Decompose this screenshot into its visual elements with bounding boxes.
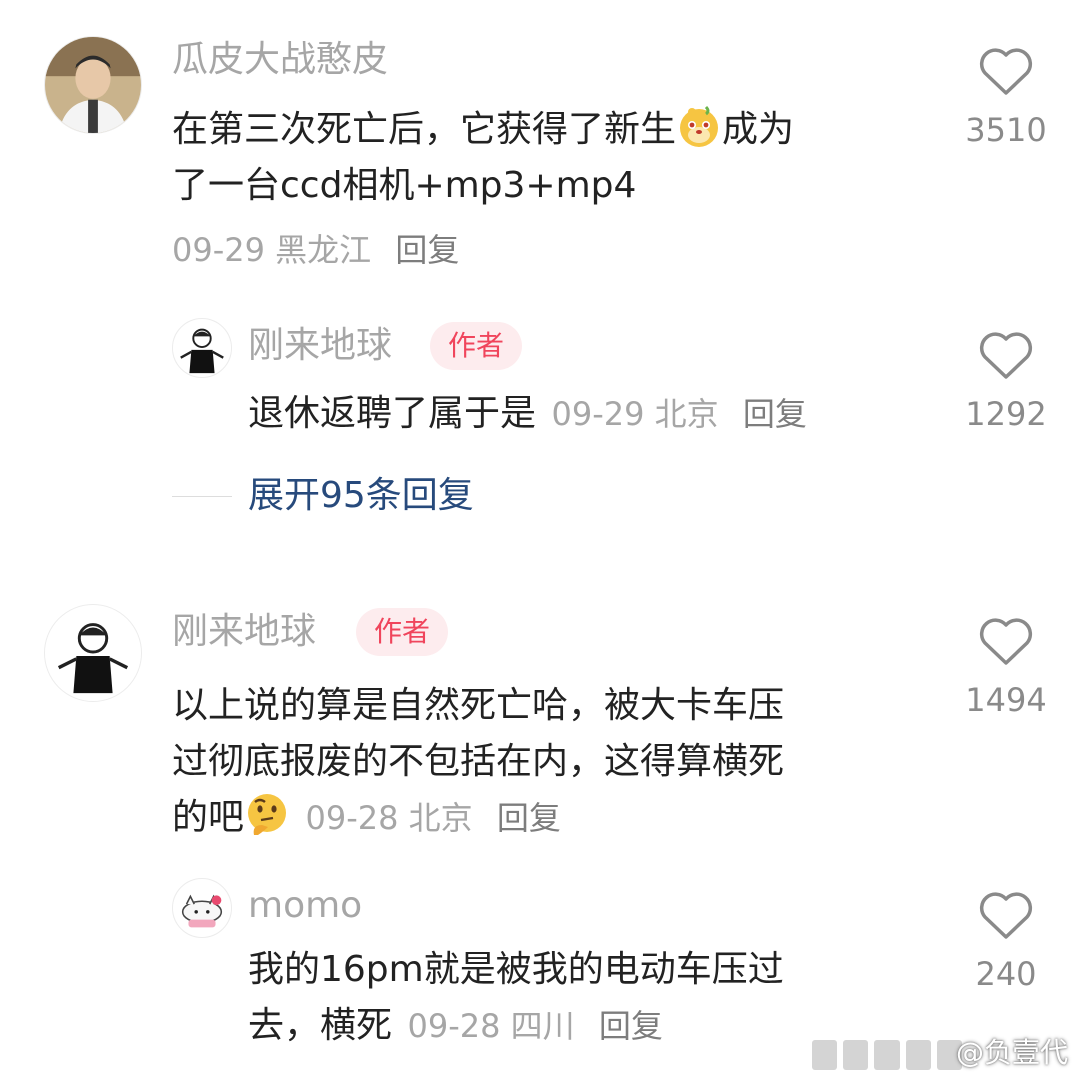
comment-text-line: 在第三次死亡后，它获得了新生 (172, 109, 677, 150)
comment-text: 以上说的算是自然死亡哈，被大卡车压 过彻底报废的不包括在内，这得算横死 的吧 0… (172, 678, 784, 846)
watermark: @负壹代 (955, 1036, 1068, 1069)
reply-meta: 09-29 北京 回复 (551, 395, 806, 433)
author-badge: 作者 (430, 322, 523, 370)
avatar[interactable] (44, 604, 142, 702)
username[interactable]: 瓜皮大战憨皮 (172, 38, 388, 82)
reply-location: 四川 (510, 1007, 575, 1045)
user-photo-avatar (45, 37, 141, 133)
like-count: 1292 (965, 395, 1047, 433)
username[interactable]: momo (248, 884, 362, 928)
avatar[interactable] (44, 36, 142, 134)
reply-meta: 09-28 四川 回复 (407, 1007, 662, 1045)
avatar[interactable] (172, 878, 232, 938)
divider (172, 496, 232, 497)
heart-icon (979, 892, 1033, 939)
like-count: 240 (975, 955, 1037, 993)
comment-text-line: 成为 (722, 109, 795, 150)
reply-button[interactable]: 回复 (395, 231, 459, 269)
like-button[interactable]: 240 (951, 890, 1061, 992)
username[interactable]: 刚来地球 (172, 610, 316, 654)
like-count: 3510 (965, 111, 1047, 149)
reply-button[interactable]: 回复 (599, 1007, 663, 1045)
reply-text-line: 去，横死 (248, 1005, 393, 1046)
heart-icon (979, 332, 1033, 379)
comment-text-line: 的吧 (172, 797, 245, 838)
avatar[interactable] (172, 318, 232, 378)
heart-icon (979, 48, 1033, 95)
reply-location: 北京 (654, 395, 719, 433)
thinking-face-emoji (248, 794, 287, 835)
heart-icon (979, 618, 1033, 665)
like-button[interactable]: 1292 (951, 330, 1061, 432)
reply-text: 我的16pm就是被我的电动车压过 去，横死 09-28 四川 回复 (248, 942, 784, 1054)
comment-location: 北京 (408, 799, 473, 837)
username[interactable]: 刚来地球 (248, 324, 392, 368)
comment-date: 09-29 (172, 231, 265, 269)
like-count: 1494 (965, 681, 1047, 719)
comment-text-line: 了一台ccd相机+mp3+mp4 (172, 165, 637, 206)
reply-date: 09-28 (407, 1007, 501, 1045)
hello-kitty-avatar (173, 879, 231, 937)
comment-text-line: 以上说的算是自然死亡哈，被大卡车压 (172, 685, 785, 726)
cartoon-person-avatar (173, 319, 231, 377)
like-button[interactable]: 3510 (951, 46, 1061, 148)
reply-button[interactable]: 回复 (497, 799, 561, 837)
comment-text: 在第三次死亡后，它获得了新生 成为 了一台ccd相机+mp3+mp4 (172, 102, 794, 214)
reply-text: 退休返聘了属于是 09-29 北京 回复 (248, 386, 807, 442)
comment-date: 09-28 (305, 799, 399, 837)
watermark-graphic (812, 1040, 963, 1070)
reply-text-line: 退休返聘了属于是 (248, 393, 537, 434)
comment-meta: 09-29 黑龙江 回复 (172, 230, 459, 270)
reply-text-line: 我的16pm就是被我的电动车压过 (248, 949, 784, 990)
expand-replies-link[interactable]: 展开95条回复 (248, 474, 474, 518)
reply-date: 09-29 (551, 395, 645, 433)
cartoon-person-avatar (45, 605, 141, 701)
comment-text-line: 过彻底报废的不包括在内，这得算横死 (172, 741, 785, 782)
author-badge: 作者 (356, 608, 449, 656)
comment-location: 黑龙江 (275, 231, 372, 269)
comment-list: 瓜皮大战憨皮 在第三次死亡后，它获得了新生 成为 了一台ccd相机+mp3+mp… (0, 0, 1080, 1081)
leopard-face-emoji (680, 105, 719, 147)
like-button[interactable]: 1494 (951, 616, 1061, 718)
reply-button[interactable]: 回复 (743, 395, 807, 433)
comment-meta: 09-28 北京 回复 (305, 799, 560, 837)
